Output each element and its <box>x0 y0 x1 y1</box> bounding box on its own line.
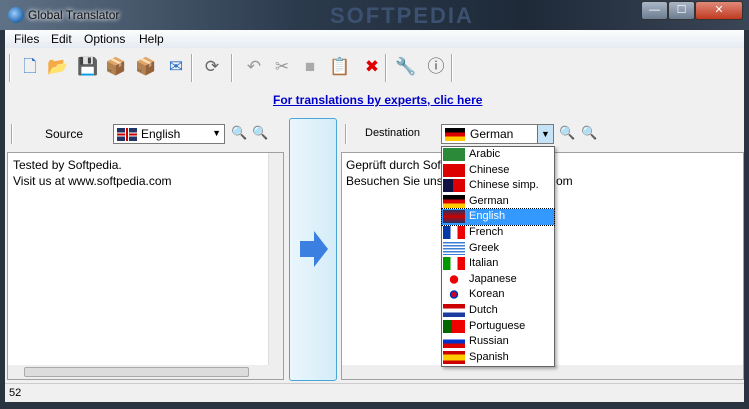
dropdown-item-spanish[interactable]: Spanish <box>442 350 554 366</box>
toolbar-separator <box>451 54 453 82</box>
export-icon[interactable]: 📦 <box>135 56 157 78</box>
dropdown-item-german[interactable]: German <box>442 194 554 210</box>
zoom-out-icon[interactable]: 🔍 <box>252 125 268 141</box>
delete-icon[interactable]: ✖ <box>361 56 383 78</box>
horizontal-scrollbar[interactable] <box>8 365 283 379</box>
source-text-area[interactable]: Tested by Softpedia. Visit us at www.soft… <box>7 152 284 380</box>
source-label: Source <box>45 127 84 141</box>
toolbar-separator <box>231 54 233 82</box>
flag-icon <box>443 257 465 271</box>
experts-link[interactable]: For translations by experts, clic here <box>273 93 482 107</box>
flag-icon <box>443 319 465 333</box>
menu-bar: Files Edit Options Help <box>5 30 744 48</box>
window-title: Global Translator <box>28 8 120 22</box>
undo-icon[interactable]: ↶ <box>243 56 265 78</box>
translate-button[interactable] <box>289 118 337 381</box>
settings-icon[interactable]: 🔧 <box>395 56 417 78</box>
copy-icon[interactable]: ■ <box>299 56 321 78</box>
flag-icon <box>443 179 465 193</box>
dropdown-item-italian[interactable]: Italian <box>442 256 554 272</box>
german-flag-icon <box>445 128 465 141</box>
toolbar-separator <box>385 54 387 82</box>
dropdown-item-korean[interactable]: Korean <box>442 287 554 303</box>
uk-flag-icon <box>117 128 137 141</box>
flag-icon <box>443 288 465 302</box>
chevron-down-icon: ▼ <box>212 128 221 138</box>
destination-language-select[interactable]: German ▼ <box>441 124 554 144</box>
flag-icon <box>443 350 465 364</box>
flag-icon <box>443 272 465 286</box>
toolbar-separator <box>191 54 193 82</box>
swap-icon[interactable]: ⟳ <box>201 56 223 78</box>
flag-icon <box>443 241 465 255</box>
new-icon[interactable]: 🗋 <box>19 56 41 78</box>
char-count: 52 <box>9 387 22 399</box>
destination-label: Destination <box>365 127 421 139</box>
open-icon[interactable]: 📂 <box>47 56 69 78</box>
import-icon[interactable]: 📦 <box>105 56 127 78</box>
menu-files[interactable]: Files <box>14 32 39 46</box>
flag-icon <box>443 335 465 349</box>
arrow-right-icon <box>300 231 328 267</box>
close-button[interactable]: ✕ <box>695 1 743 20</box>
horizontal-scrollbar[interactable] <box>342 365 743 379</box>
vertical-scrollbar[interactable] <box>268 153 283 365</box>
paste-icon[interactable]: 📋 <box>329 56 351 78</box>
flag-icon <box>443 210 465 224</box>
dropdown-item-arabic[interactable]: Arabic <box>442 147 554 163</box>
save-icon[interactable]: 💾 <box>77 56 99 78</box>
source-language-select[interactable]: English ▼ <box>113 124 225 144</box>
client-area: Files Edit Options Help 🗋 📂 💾 📦 📦 ✉ ⟳ ↶ ✂ ■ 📋 ✖ 🔧 ⓘ F… <box>5 30 744 402</box>
dropdown-item-portuguese[interactable]: Portuguese <box>442 319 554 335</box>
title-bar: Global Translator SOFTPEDIA — ☐ ✕ <box>0 0 749 30</box>
toolbar-separator <box>9 54 11 82</box>
menu-help[interactable]: Help <box>139 32 164 46</box>
flag-icon <box>443 225 465 239</box>
zoom-out-icon[interactable]: 🔍 <box>581 125 597 141</box>
flag-icon <box>443 163 465 177</box>
mail-icon[interactable]: ✉ <box>165 56 187 78</box>
dropdown-button[interactable]: ▼ <box>537 125 553 143</box>
dropdown-item-english[interactable]: English <box>441 208 555 226</box>
menu-edit[interactable]: Edit <box>51 32 72 46</box>
menu-options[interactable]: Options <box>84 32 125 46</box>
cut-icon[interactable]: ✂ <box>271 56 293 78</box>
dropdown-item-chinese[interactable]: Chinese <box>442 163 554 179</box>
watermark: SOFTPEDIA <box>330 3 474 28</box>
language-dropdown-list: Arabic Chinese Chinese simp. German English F… <box>441 146 555 367</box>
flag-icon <box>443 148 465 161</box>
dropdown-item-russian[interactable]: Russian <box>442 334 554 350</box>
zoom-in-icon[interactable]: 🔍 <box>559 125 575 141</box>
source-header: Source English ▼ 🔍 🔍 <box>5 118 284 148</box>
dropdown-item-french[interactable]: French <box>442 225 554 241</box>
dropdown-item-dutch[interactable]: Dutch <box>442 303 554 319</box>
minimize-button[interactable]: — <box>641 1 668 20</box>
flag-icon <box>443 303 465 317</box>
maximize-button[interactable]: ☐ <box>668 1 695 20</box>
zoom-in-icon[interactable]: 🔍 <box>231 125 247 141</box>
dropdown-item-greek[interactable]: Greek <box>442 241 554 257</box>
flag-icon <box>443 194 465 208</box>
dropdown-item-japanese[interactable]: Japanese <box>442 272 554 288</box>
status-bar: 52 <box>5 383 744 402</box>
info-icon[interactable]: ⓘ <box>425 56 447 78</box>
dropdown-item-chinese-simp[interactable]: Chinese simp. <box>442 178 554 194</box>
app-icon <box>8 7 24 23</box>
toolbar: 🗋 📂 💾 📦 📦 ✉ ⟳ ↶ ✂ ■ 📋 ✖ 🔧 ⓘ <box>5 50 744 86</box>
destination-header: Destination German ▼ 🔍 🔍 <box>341 118 744 148</box>
